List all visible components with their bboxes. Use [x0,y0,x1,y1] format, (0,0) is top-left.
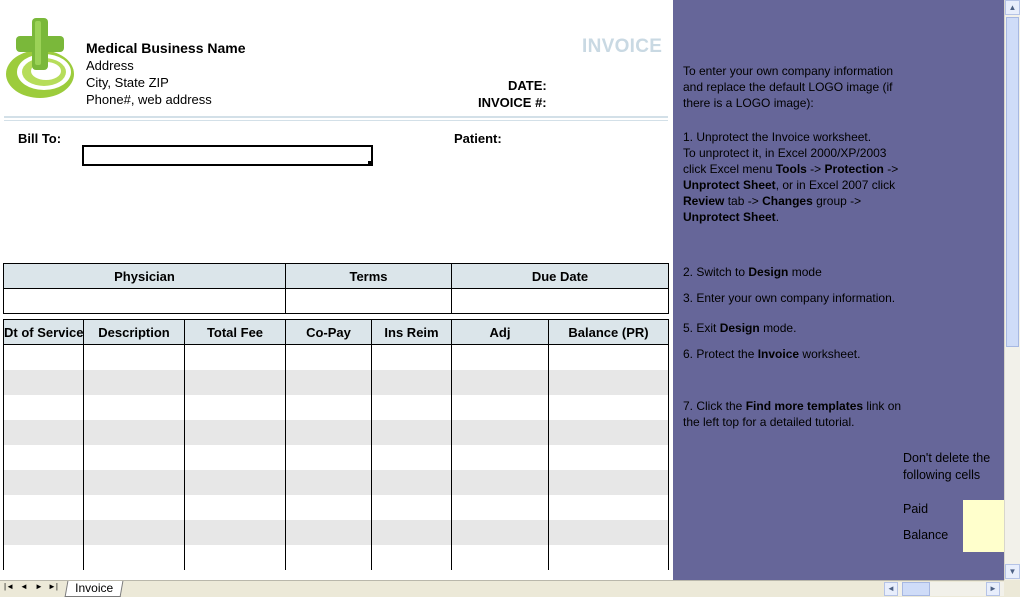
invoice-title: INVOICE [582,36,663,57]
medical-cross-logo-icon [6,18,74,98]
sheet-tab-invoice[interactable]: Invoice [64,581,124,597]
scroll-up-icon[interactable]: ▲ [1005,0,1020,15]
bill-to-label: Bill To: [18,131,62,146]
table-row[interactable] [3,344,669,370]
table-row[interactable] [3,395,669,420]
table-row[interactable] [3,420,669,445]
vertical-scrollbar[interactable]: ▲ ▼ [1004,0,1020,580]
table-row[interactable] [3,470,669,495]
vertical-scroll-thumb[interactable] [1006,17,1019,347]
table-row[interactable] [3,370,669,395]
company-city[interactable]: City, State ZIP [86,74,246,91]
scroll-down-icon[interactable]: ▼ [1005,564,1020,579]
physician-header: Physician [3,263,286,289]
selected-cell[interactable] [82,145,373,166]
co-pay-header: Co-Pay [285,319,372,345]
horizontal-scrollbar[interactable]: ◄ ► [884,582,1004,596]
next-sheet-icon[interactable]: ► [35,582,43,591]
table-row[interactable] [3,520,669,545]
ins-reim-header: Ins Reim [371,319,452,345]
sheet-tab-bar: |◄ ◄ ► ►| Invoice ◄ ► [0,580,1020,597]
terms-header: Terms [285,263,452,289]
dont-delete-note: Don't delete the following cells [903,451,991,482]
intro-text: To enter your own company information an… [683,64,894,110]
paid-label: Paid [903,502,929,516]
instructions-panel: To enter your own company information an… [673,0,1004,580]
invoice-worksheet: Medical Business Name Address City, Stat… [0,0,673,580]
date-label: DATE: [508,78,547,93]
scroll-left-icon[interactable]: ◄ [884,582,898,596]
last-sheet-icon[interactable]: ►| [48,582,58,591]
due-date-header: Due Date [451,263,669,289]
company-info: Medical Business Name Address City, Stat… [86,40,246,108]
scroll-corner [1004,580,1020,596]
step-1: 1. Unprotect the Invoice worksheet. To u… [683,130,899,224]
company-name[interactable]: Medical Business Name [86,40,246,57]
step-3: 3. Enter your own company information. [683,291,896,305]
fill-handle[interactable] [368,161,373,166]
hidden-cells-block[interactable] [963,500,1004,552]
table-row[interactable] [3,495,669,520]
step-6: 6. Protect the Invoice worksheet. [683,347,861,361]
due-date-cell[interactable] [451,288,669,314]
horizontal-scroll-thumb[interactable] [902,582,930,596]
scroll-right-icon[interactable]: ► [986,582,1000,596]
step-7: 7. Click the Find more templates link on… [683,399,902,429]
service-items-table: Dt of Service Description Total Fee Co-P… [3,319,669,570]
invoice-number-label: INVOICE #: [478,95,547,110]
step-2: 2. Switch to Design mode [683,265,822,279]
company-phone[interactable]: Phone#, web address [86,91,246,108]
physician-cell[interactable] [3,288,286,314]
adj-header: Adj [451,319,549,345]
terms-cell[interactable] [285,288,452,314]
company-address[interactable]: Address [86,57,246,74]
balance-pr-header: Balance (PR) [548,319,669,345]
patient-label: Patient: [454,131,502,146]
dt-of-service-header: Dt of Service [3,319,84,345]
header-divider-thin [4,120,668,121]
table-row[interactable] [3,545,669,570]
step-5: 5. Exit Design mode. [683,321,797,335]
total-fee-header: Total Fee [184,319,286,345]
first-sheet-icon[interactable]: |◄ [4,582,14,591]
balance-label: Balance [903,528,949,542]
physician-terms-table: Physician Terms Due Date [3,263,669,314]
prev-sheet-icon[interactable]: ◄ [20,582,28,591]
header-divider [4,116,668,118]
description-header: Description [83,319,185,345]
table-row[interactable] [3,445,669,470]
